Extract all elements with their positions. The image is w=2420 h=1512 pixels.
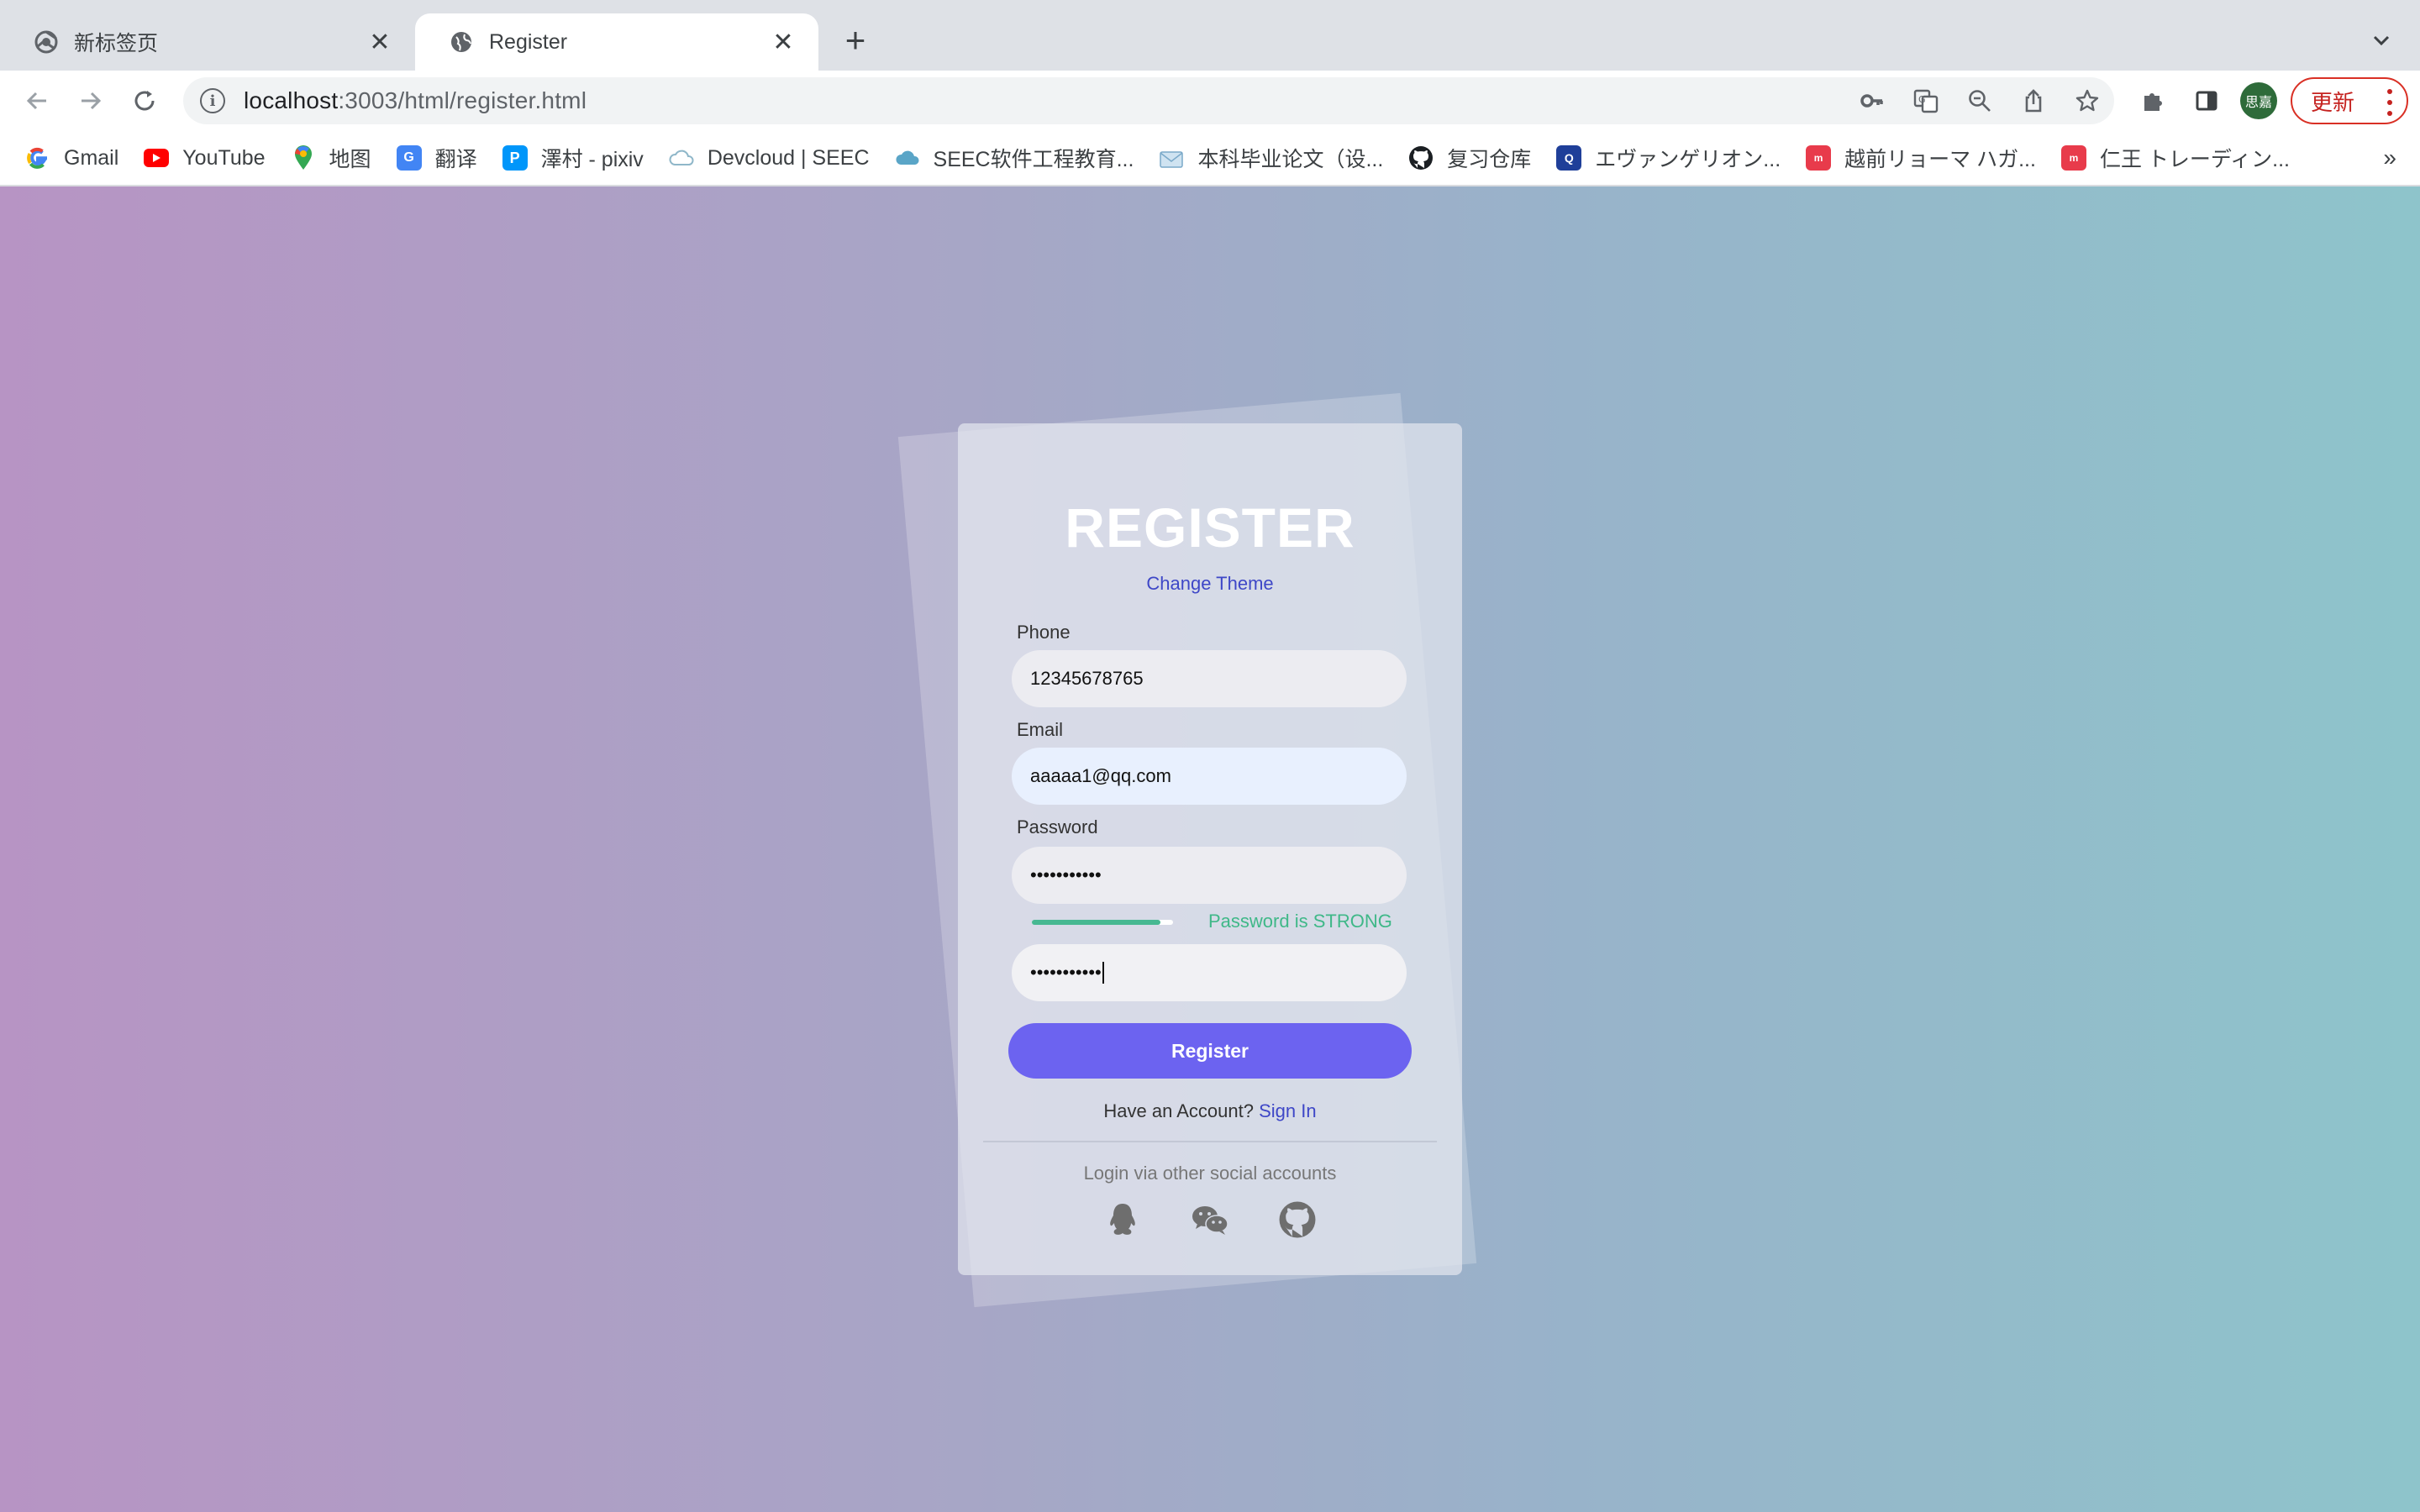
site-icon: Q <box>1556 145 1582 171</box>
mercari-icon: m <box>1806 145 1832 171</box>
bookmark-github[interactable]: 复习仓库 <box>1408 137 1541 179</box>
have-account-text: Have an Account? Sign In <box>958 1100 1462 1122</box>
bookmark-thesis[interactable]: 本科毕业论文（设... <box>1159 137 1393 179</box>
update-label: 更新 <box>2311 89 2355 115</box>
chevron-down-icon[interactable] <box>2365 24 2398 57</box>
bookmark-devcloud[interactable]: Devcloud | SEEC <box>669 137 880 179</box>
wechat-icon[interactable] <box>1190 1200 1230 1240</box>
bookmark-youtube[interactable]: YouTube <box>144 137 275 179</box>
new-tab-plus-icon[interactable]: + <box>837 20 874 60</box>
more-vert-icon[interactable] <box>2386 89 2393 116</box>
tab-title: 新标签页 <box>74 32 159 55</box>
password-value: ••••••••••• <box>1030 864 1102 885</box>
google-icon <box>25 145 50 171</box>
url-text[interactable]: localhost:3003/html/register.html <box>244 87 587 114</box>
mercari-icon: m <box>2060 145 2086 171</box>
zoom-out-icon[interactable] <box>1953 77 2007 124</box>
pixiv-icon: P <box>502 145 528 171</box>
phone-label: Phone <box>1017 622 1071 643</box>
maps-pin-icon <box>291 145 316 171</box>
bookmark-label: Gmail <box>64 145 119 170</box>
translate-icon[interactable]: G <box>1899 77 1953 124</box>
confirm-password-input[interactable]: ••••••••••• <box>1012 944 1407 1001</box>
share-icon[interactable] <box>2007 77 2060 124</box>
tab-strip: 新标签页 ✕ Register ✕ + <box>0 0 2420 71</box>
phone-input[interactable]: 12345678765 <box>1012 650 1407 707</box>
divider <box>983 1141 1437 1142</box>
bookmark-seec[interactable]: SEEC软件工程教育... <box>895 137 1144 179</box>
cloud-icon <box>895 145 920 171</box>
tab-register[interactable]: Register ✕ <box>415 13 818 71</box>
password-input[interactable]: ••••••••••• <box>1012 847 1407 904</box>
bookmark-gmail[interactable]: Gmail <box>25 137 129 179</box>
more-bookmarks-chevron-icon[interactable]: » <box>2383 144 2396 171</box>
tab-title: Register <box>489 29 568 54</box>
bookmark-label: 地图 <box>329 148 371 171</box>
bookmark-label: 澤村 - pixiv <box>540 148 644 171</box>
update-button[interactable]: 更新 <box>2291 77 2408 124</box>
email-label: Email <box>1017 719 1064 740</box>
close-icon[interactable]: ✕ <box>768 27 798 57</box>
password-label: Password <box>1017 816 1098 837</box>
bookmark-label: 翻译 <box>434 148 477 171</box>
bookmark-label: 仁王 トレーディン... <box>2099 148 2290 171</box>
register-button[interactable]: Register <box>1008 1023 1412 1079</box>
password-strength-fill <box>1032 920 1160 925</box>
page-title: REGISTER <box>1065 496 1355 559</box>
bookmark-label: 越前リョーマ ハガ... <box>1844 148 2036 171</box>
sign-in-link[interactable]: Sign In <box>1259 1100 1317 1121</box>
tab-new-tab[interactable]: 新标签页 ✕ <box>0 13 415 71</box>
cloud-icon <box>669 145 694 171</box>
social-login-text: Login via other social accounts <box>1083 1163 1337 1184</box>
bookmark-pixiv[interactable]: P 澤村 - pixiv <box>502 137 654 179</box>
back-arrow-icon[interactable] <box>18 82 55 119</box>
bookmark-label: エヴァンゲリオン... <box>1595 148 1781 171</box>
bookmark-maps[interactable]: 地图 <box>291 137 381 179</box>
password-strength-bar <box>1032 920 1173 925</box>
close-icon[interactable]: ✕ <box>365 27 395 57</box>
bookmarks-bar: Gmail YouTube 地图 G 翻译 P 澤村 - pixiv Devcl… <box>0 131 2420 186</box>
profile-avatar[interactable]: 思嘉 <box>2240 82 2277 119</box>
github-icon[interactable] <box>1277 1200 1318 1240</box>
bookmark-label: 本科毕业论文（设... <box>1197 148 1384 171</box>
have-account-label: Have an Account? <box>1103 1100 1254 1121</box>
bookmark-translate[interactable]: G 翻译 <box>396 137 487 179</box>
bookmark-niou[interactable]: m 仁王 トレーディン... <box>2060 137 2300 179</box>
text-cursor <box>1102 962 1104 984</box>
page-background: REGISTER Change Theme Phone 12345678765 … <box>0 186 2420 1512</box>
confirm-password-value: ••••••••••• <box>1030 962 1102 983</box>
bookmark-label: Devcloud | SEEC <box>707 145 870 170</box>
register-card: REGISTER Change Theme Phone 12345678765 … <box>958 423 1462 1275</box>
side-panel-icon[interactable] <box>2188 82 2225 119</box>
github-icon <box>1408 145 1434 171</box>
bookmark-label: YouTube <box>182 145 266 170</box>
address-bar[interactable]: i localhost:3003/html/register.html G <box>183 77 2114 124</box>
phone-value: 12345678765 <box>1030 668 1144 689</box>
bookmark-label: 复习仓库 <box>1447 148 1532 171</box>
bookmark-label: SEEC软件工程教育... <box>933 148 1134 171</box>
globe-icon <box>449 29 474 55</box>
bookmark-evangelion[interactable]: Q エヴァンゲリオン... <box>1556 137 1791 179</box>
browser-toolbar: i localhost:3003/html/register.html G 思嘉 <box>0 71 2420 131</box>
chrome-icon <box>34 29 59 55</box>
youtube-icon <box>144 149 170 167</box>
info-icon[interactable]: i <box>200 88 225 113</box>
email-value: aaaaa1@qq.com <box>1030 765 1171 786</box>
email-input[interactable]: aaaaa1@qq.com <box>1012 748 1407 805</box>
translate-icon: G <box>396 145 422 171</box>
social-icons <box>958 1200 1462 1240</box>
star-icon[interactable] <box>2060 77 2114 124</box>
extensions-puzzle-icon[interactable] <box>2134 82 2171 119</box>
svg-text:G: G <box>1918 94 1926 105</box>
reload-icon[interactable] <box>126 82 163 119</box>
forward-arrow-icon[interactable] <box>72 82 109 119</box>
mail-icon <box>1159 145 1184 171</box>
change-theme-link[interactable]: Change Theme <box>958 573 1462 595</box>
bookmark-ryoma[interactable]: m 越前リョーマ ハガ... <box>1806 137 2046 179</box>
qq-icon[interactable] <box>1102 1200 1143 1240</box>
password-strength-text: Password is STRONG <box>1208 911 1392 932</box>
key-icon[interactable] <box>1845 77 1899 124</box>
